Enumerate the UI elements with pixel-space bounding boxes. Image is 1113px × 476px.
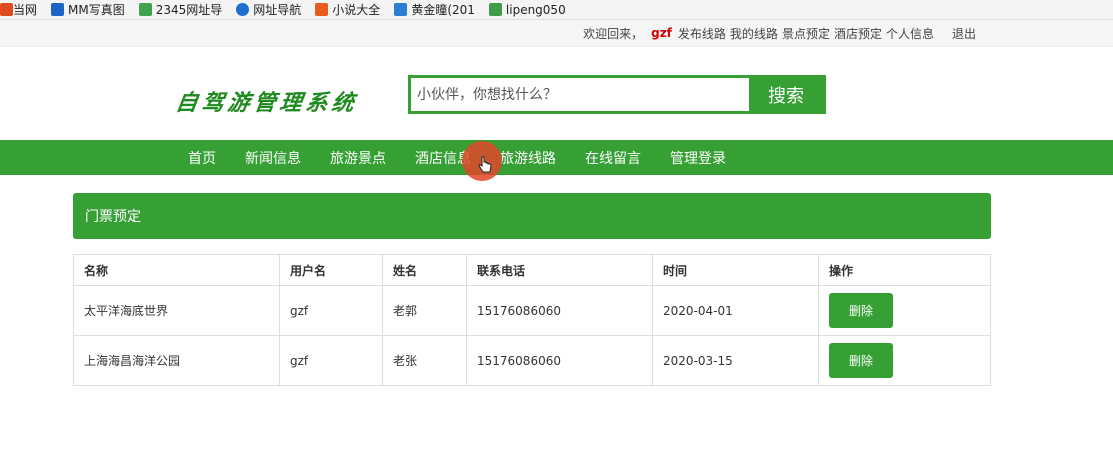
- cell-username: gzf: [279, 285, 383, 336]
- cell-action: 删除: [818, 285, 991, 336]
- bookmark-icon: [138, 3, 152, 16]
- link-publish-route[interactable]: 发布线路: [678, 25, 726, 42]
- bookmark-icon: [236, 3, 250, 16]
- link-ticket-booking[interactable]: 景点预定: [782, 25, 830, 42]
- search-button[interactable]: 搜索: [749, 78, 823, 111]
- delete-button[interactable]: 删除: [829, 343, 893, 378]
- cell-action: 删除: [818, 335, 991, 386]
- hand-cursor-icon: [478, 156, 492, 173]
- table-row: 上海海昌海洋公园 gzf 老张 15176086060 2020-03-15 删…: [73, 335, 991, 386]
- cell-phone: 15176086060: [466, 335, 653, 386]
- col-action: 操作: [818, 254, 991, 286]
- bookmark-item[interactable]: 2345网址导: [138, 1, 223, 18]
- cell-date: 2020-03-15: [652, 335, 819, 386]
- bookmark-item[interactable]: 网址导航: [236, 1, 301, 18]
- link-profile[interactable]: 个人信息: [886, 25, 934, 42]
- bookmark-item[interactable]: MM写真图: [51, 1, 125, 18]
- bookmark-item[interactable]: 黄金瞳(201: [394, 1, 475, 18]
- nav-routes[interactable]: 旅游线路: [500, 148, 556, 168]
- panel-header: 门票预定: [73, 193, 991, 239]
- col-phone: 联系电话: [466, 254, 653, 286]
- nav-admin-login[interactable]: 管理登录: [670, 148, 726, 168]
- bookmark-item[interactable]: 当网: [0, 1, 37, 18]
- cell-name: 太平洋海底世界: [73, 285, 280, 336]
- bookmark-label: 网址导航: [253, 3, 302, 17]
- cell-name: 上海海昌海洋公园: [73, 335, 280, 386]
- bookmark-label: 2345网址导: [155, 3, 223, 17]
- col-realname: 姓名: [382, 254, 467, 286]
- booking-table: 名称 用户名 姓名 联系电话 时间 操作 太平洋海底世界 gzf 老郭 1517…: [73, 254, 991, 386]
- table-row: 太平洋海底世界 gzf 老郭 15176086060 2020-04-01 删除: [73, 285, 991, 336]
- link-hotel-booking[interactable]: 酒店预定: [834, 25, 882, 42]
- site-logo[interactable]: 自驾游管理系统: [174, 85, 361, 117]
- panel-title: 门票预定: [85, 209, 141, 225]
- main-nav: 首页 新闻信息 旅游景点 酒店信息 旅游线路 在线留言 管理登录: [0, 140, 1113, 181]
- user-topbar: 欢迎回来， gzf 发布线路 我的线路 景点预定 酒店预定 个人信息 退出: [0, 20, 1113, 47]
- welcome-text: 欢迎回来，: [583, 26, 644, 41]
- nav-news[interactable]: 新闻信息: [245, 148, 301, 168]
- link-my-routes[interactable]: 我的线路: [730, 25, 778, 42]
- table-header-row: 名称 用户名 姓名 联系电话 时间 操作: [73, 254, 991, 286]
- col-date: 时间: [652, 254, 819, 286]
- bookmark-icon: [0, 3, 13, 16]
- search-input[interactable]: [411, 78, 749, 111]
- col-username: 用户名: [279, 254, 383, 286]
- nav-attractions[interactable]: 旅游景点: [330, 148, 386, 168]
- delete-button[interactable]: 删除: [829, 293, 893, 328]
- site-header: 自驾游管理系统 搜索: [0, 47, 1113, 140]
- col-name: 名称: [73, 254, 280, 286]
- cell-realname: 老张: [382, 335, 467, 386]
- bookmarks-bar: 当网 MM写真图 2345网址导 网址导航 小说大全 黄金瞳(201 lipen…: [0, 0, 1113, 20]
- logout-link[interactable]: 退出: [952, 25, 976, 42]
- nav-home[interactable]: 首页: [188, 148, 216, 168]
- bookmark-item[interactable]: 小说大全: [315, 1, 380, 18]
- bookmark-label: 当网: [13, 3, 38, 17]
- search-box: 搜索: [408, 75, 826, 114]
- bookmark-icon: [488, 3, 502, 16]
- bookmark-label: MM写真图: [68, 3, 125, 17]
- bookmark-item[interactable]: lipeng050: [488, 2, 566, 17]
- bookmark-icon: [51, 3, 65, 16]
- username: gzf: [651, 26, 672, 40]
- bookmark-label: 小说大全: [332, 3, 381, 17]
- bookmark-label: lipeng050: [505, 2, 566, 17]
- cell-username: gzf: [279, 335, 383, 386]
- cell-phone: 15176086060: [466, 285, 653, 336]
- bookmark-icon: [394, 3, 408, 16]
- main-content: 门票预定 名称 用户名 姓名 联系电话 时间 操作 太平洋海底世界 gzf 老郭…: [73, 193, 991, 386]
- cell-date: 2020-04-01: [652, 285, 819, 336]
- bookmark-label: 黄金瞳(201: [411, 3, 475, 17]
- nav-messages[interactable]: 在线留言: [585, 148, 641, 168]
- bookmark-icon: [315, 3, 329, 16]
- cell-realname: 老郭: [382, 285, 467, 336]
